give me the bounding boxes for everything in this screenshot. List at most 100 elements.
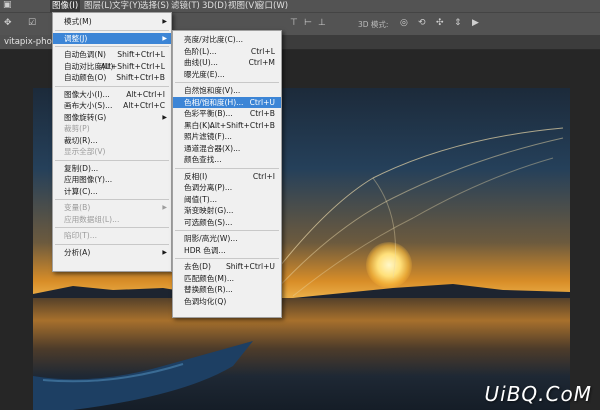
submenu-arrow-icon: ▶ — [162, 18, 167, 25]
adjust_menu-item[interactable]: 通道混合器(X)... — [173, 143, 281, 154]
menu-bar: ▣ 图像(I) 图层(L) 文字(Y) 选择(S) 滤镜(T) 3D(D) 视图… — [0, 0, 600, 12]
image_menu-item-label: 画布大小(S)... — [64, 101, 113, 110]
adjust_menu-item-label: 色阶(L)... — [184, 46, 217, 56]
image_menu-item-label: 裁切(R)... — [64, 135, 98, 145]
adjust_menu-item-shortcut: Ctrl+L — [250, 46, 275, 56]
adjust_menu-item-shortcut: Ctrl+B — [249, 109, 275, 118]
menu-select[interactable]: 选择(S) — [140, 0, 169, 12]
adjust_menu-item-label: 颜色查找... — [184, 155, 222, 164]
adjust_menu-item[interactable]: 曝光度(E)... — [173, 69, 281, 80]
adjust_menu-item[interactable]: 照片滤镜(F)... — [173, 131, 281, 142]
adjust_menu-item[interactable]: 亮度/对比度(C)... — [173, 34, 281, 45]
image-menu: 模式(M) ▶ 调整(J) ▶ 自动色调(N) Shift+Ctrl+L 自动对比度(U) A… — [52, 12, 172, 272]
adjust_menu-item[interactable]: 色调均化(Q) — [173, 296, 281, 307]
adjust_menu-item[interactable]: HDR 色调... — [173, 245, 281, 256]
adjust_menu-item[interactable]: 匹配颜色(M)... — [173, 273, 281, 284]
menu-image[interactable]: 图像(I) — [50, 0, 81, 12]
submenu-arrow-icon: ▶ — [162, 204, 167, 211]
image_menu-item[interactable]: 自动对比度(U) Alt+Shift+Ctrl+L — [53, 61, 171, 72]
adjust_menu-item[interactable]: 反相(I) Ctrl+I — [173, 171, 281, 182]
image_menu-separator — [55, 85, 169, 87]
adjust_menu-item-label: 通道混合器(X)... — [184, 143, 241, 153]
submenu-arrow-icon: ▶ — [162, 248, 167, 256]
image_menu-item[interactable]: 应用图像(Y)... — [53, 174, 171, 185]
adjust_menu-item[interactable]: 曲线(U)... Ctrl+M — [173, 57, 281, 68]
submenu-arrow-icon: ▶ — [162, 113, 167, 121]
menu-3d[interactable]: 3D(D) — [202, 0, 227, 12]
adjust_menu-item[interactable]: 去色(D) Shift+Ctrl+U — [173, 261, 281, 272]
adjust_menu-item[interactable]: 色阶(L)... Ctrl+L — [173, 46, 281, 57]
menu-view[interactable]: 视图(V) — [228, 0, 257, 12]
adjust_menu-item-label: 亮度/对比度(C)... — [184, 35, 243, 44]
image_menu-item-label: 模式(M) — [64, 17, 92, 26]
adjust_menu-item-label: 反相(I) — [184, 171, 208, 181]
image_menu-item[interactable]: 自动颜色(O) Shift+Ctrl+B — [53, 72, 171, 83]
adjust_menu-item[interactable]: 颜色查找... — [173, 154, 281, 165]
adjust_menu-item-shortcut: Ctrl+I — [252, 171, 275, 181]
image_menu-item[interactable]: 计算(C)... — [53, 186, 171, 197]
adjust_menu-separator — [175, 82, 279, 83]
adjust_menu-item[interactable]: 色彩平衡(B)... Ctrl+B — [173, 108, 281, 119]
3d-orbit-icon[interactable]: ◎ — [400, 18, 408, 28]
image_menu-item[interactable]: 图像大小(I)... Alt+Ctrl+I — [53, 89, 171, 100]
adjust_menu-item[interactable]: 替换颜色(R)... — [173, 284, 281, 295]
auto-select-checkbox[interactable]: ☑ — [28, 18, 36, 28]
image_menu-separator — [55, 46, 169, 47]
image_menu-item[interactable]: 图像旋转(G) ▶ — [53, 112, 171, 123]
adjust_menu-separator — [175, 258, 279, 259]
image_menu-item[interactable]: 调整(J) ▶ — [53, 32, 171, 44]
adjust_menu-item[interactable]: 色相/饱和度(H)... Ctrl+U — [173, 96, 281, 108]
submenu-arrow-icon: ▶ — [162, 34, 167, 42]
image_menu-separator — [55, 243, 169, 245]
move-tool-icon[interactable]: ✥ — [4, 18, 12, 28]
image_menu-item[interactable]: 裁切(R)... — [53, 135, 171, 146]
image_menu-item[interactable]: 自动色调(N) Shift+Ctrl+L — [53, 49, 171, 60]
adjust_menu-item[interactable]: 渐变映射(G)... — [173, 205, 281, 216]
adjust_menu-item-shortcut: Ctrl+M — [248, 58, 275, 67]
3d-slide-icon[interactable]: ⇕ — [454, 18, 462, 28]
adjust_menu-item[interactable]: 色调分离(P)... — [173, 182, 281, 193]
align-bottom-icon[interactable]: ⊥ — [318, 18, 326, 28]
3d-mode-label: 3D 模式: — [358, 20, 389, 29]
adjust_menu-item[interactable]: 阈值(T)... — [173, 194, 281, 205]
adjust_menu-item[interactable]: 自然饱和度(V)... — [173, 85, 281, 96]
adjust_menu-item-label: 色相/饱和度(H)... — [184, 97, 244, 107]
3d-scale-icon[interactable]: ▶ — [472, 18, 479, 28]
adjust_menu-item-label: 色调均化(Q) — [184, 296, 227, 306]
image_menu-item-label: 裁剪(P) — [64, 124, 90, 133]
image_menu-item-shortcut: Shift+Ctrl+L — [117, 50, 165, 59]
adjust_menu-item-label: 替换颜色(R)... — [184, 285, 233, 294]
adjust_menu-item-label: 可选颜色(S)... — [184, 217, 233, 227]
adjust_menu-item-label: 去色(D) — [184, 262, 211, 271]
image_menu-item-label: 变量(B) — [64, 203, 91, 212]
align-top-icon[interactable]: ⊤ — [290, 18, 298, 28]
menu-layer[interactable]: 图层(L) — [84, 0, 112, 12]
image_menu-item-label: 分析(A) — [64, 247, 91, 257]
image_menu-item[interactable]: 模式(M) ▶ — [53, 16, 171, 27]
adjust_menu-item-shortcut: Alt+Shift+Ctrl+B — [209, 120, 275, 130]
menu-filter[interactable]: 滤镜(T) — [171, 0, 200, 12]
menu-window[interactable]: 窗口(W) — [256, 0, 288, 12]
adjust_menu-item[interactable]: 阴影/高光(W)... — [173, 233, 281, 244]
image_menu-item-label: 复制(D)... — [64, 163, 99, 173]
image_menu-item-label: 显示全部(V) — [64, 147, 106, 156]
adjust_menu-item[interactable]: 黑白(K)... Alt+Shift+Ctrl+B — [173, 120, 281, 131]
image_menu-item: 变量(B) ▶ — [53, 202, 171, 213]
3d-pan-icon[interactable]: ✣ — [436, 18, 444, 28]
image_menu-item[interactable]: 分析(A) ▶ — [53, 247, 171, 258]
3d-roll-icon[interactable]: ⟲ — [418, 18, 426, 28]
adjust_menu-item-label: 自然饱和度(V)... — [184, 86, 241, 95]
adjust_menu-item[interactable]: 可选颜色(S)... — [173, 217, 281, 228]
adjust_menu-item-label: 色调分离(P)... — [184, 183, 233, 192]
menu-type[interactable]: 文字(Y) — [112, 0, 141, 12]
image_menu-item-shortcut: Alt+Shift+Ctrl+L — [100, 61, 165, 71]
adjustments-submenu: 亮度/对比度(C)... 色阶(L)... Ctrl+L 曲线(U)... Ctrl+M… — [172, 30, 282, 318]
image_menu-separator — [55, 159, 169, 161]
image_menu-item-label: 计算(C)... — [64, 186, 98, 196]
image_menu-item[interactable]: 复制(D)... — [53, 163, 171, 174]
image_menu-item[interactable]: 画布大小(S)... Alt+Ctrl+C — [53, 100, 171, 111]
adjust_menu-item-label: 曝光度(E)... — [184, 69, 225, 79]
align-middle-icon[interactable]: ⊢ — [304, 18, 312, 28]
image_menu-item: 显示全部(V) — [53, 146, 171, 157]
image_menu-item: 应用数据组(L)... — [53, 214, 171, 225]
